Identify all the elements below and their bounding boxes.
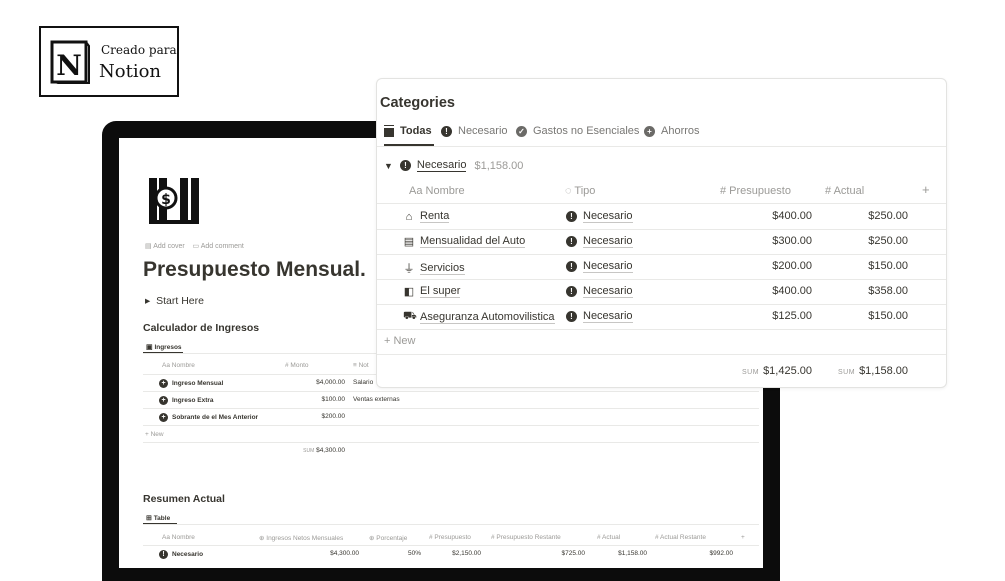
presupuesto-cell: $125.00 <box>772 310 812 322</box>
col-presupuesto[interactable]: # Presupuesto <box>720 185 791 197</box>
amount-cell: $200.00 <box>321 413 346 420</box>
tab-ahorros[interactable]: + Ahorros <box>644 125 700 137</box>
col-porcentaje: ⊕ Porcentaje <box>369 535 408 542</box>
tipo-cell: ! Necesario <box>566 285 633 298</box>
start-here-toggle[interactable]: ▸ Start Here <box>145 295 204 307</box>
restante-cell: $725.00 <box>561 550 586 557</box>
categories-panel: Categories Todas ! Necesario ✓ Gastos no E… <box>376 78 947 388</box>
tipo-cell: ! Necesario <box>566 310 633 323</box>
note-cell: Ventas externas <box>353 396 400 403</box>
actual-cell: $250.00 <box>868 210 908 222</box>
notion-logo-icon: N <box>50 40 90 84</box>
actual-cell: $150.00 <box>868 310 908 322</box>
note-cell: Salario <box>353 379 374 386</box>
actual-cell: $250.00 <box>868 235 908 247</box>
presupuesto-cell: $400.00 <box>772 285 812 297</box>
add-column-button[interactable]: + <box>741 534 745 541</box>
car-icon: ⛟ <box>403 310 417 322</box>
plus-circle-icon: + <box>644 125 655 137</box>
tipo-cell: ! Necesario <box>566 210 633 223</box>
amount-cell: $4,000.00 <box>316 379 345 386</box>
tab-todas[interactable]: Todas <box>384 125 432 137</box>
alert-circle-icon: ! <box>399 160 411 171</box>
alert-circle-icon: ! <box>566 261 577 272</box>
col-notas: ≡ Not <box>353 362 369 369</box>
alert-circle-icon: ! <box>566 236 577 247</box>
sum-actual: SUM $1,158.00 <box>838 365 908 377</box>
page-title: Presupuesto Mensual. <box>143 258 366 281</box>
tab-table[interactable]: ⊞ Table <box>146 514 170 522</box>
table-row[interactable]: ⛟ Aseguranza Automovilistica <box>403 310 555 324</box>
table-row[interactable]: + Ingreso Mensual <box>159 379 223 388</box>
actual-cell: $358.00 <box>868 285 908 297</box>
presupuesto-cell: $400.00 <box>772 210 812 222</box>
presupuesto-cell: $2,150.00 <box>452 550 481 557</box>
tab-necesario[interactable]: ! Necesario <box>441 125 508 137</box>
alert-circle-icon: ! <box>566 211 577 222</box>
alert-circle-icon: ! <box>566 311 577 322</box>
badge-big-text: Notion <box>99 61 162 82</box>
check-circle-icon: ✓ <box>516 125 527 137</box>
col-actual: # Actual <box>597 534 621 541</box>
group-necesario[interactable]: ▼ ! Necesario $1,158.00 <box>384 159 523 172</box>
table-row[interactable]: ! Necesario <box>159 550 203 559</box>
table-row[interactable]: ◧ El super <box>403 285 461 298</box>
tipo-icon: ◌ <box>565 185 572 197</box>
col-ingresos-netos: ⊕ Ingresos Netos Mensuales <box>259 535 344 542</box>
resumen-heading: Resumen Actual <box>143 493 225 505</box>
car-note-icon: ▤ <box>403 236 415 248</box>
presupuesto-cell: $300.00 <box>772 235 812 247</box>
svg-text:$: $ <box>161 192 171 208</box>
home-icon: ⌂ <box>405 210 413 223</box>
tab-gastos-no-esenciales[interactable]: ✓ Gastos no Esenciales <box>516 125 639 137</box>
table-row[interactable]: ⌂ Renta <box>403 210 450 223</box>
col-tipo[interactable]: ◌ Tipo <box>565 185 595 197</box>
tipo-cell: ! Necesario <box>566 260 633 273</box>
collapse-toggle-icon[interactable]: ▼ <box>384 161 393 171</box>
add-property-button[interactable]: + <box>922 182 930 197</box>
presupuesto-cell: $200.00 <box>772 260 812 272</box>
add-cover-button[interactable]: ▤ Add cover <box>145 243 185 250</box>
col-actual[interactable]: # Actual <box>825 185 864 197</box>
tipo-cell: ! Necesario <box>566 235 633 248</box>
creado-para-notion-badge: N Creado para Notion <box>39 26 179 97</box>
alert-circle-icon: ! <box>566 286 577 297</box>
col-monto: # Monto <box>285 362 309 369</box>
table-row[interactable]: ▤ Mensualidad del Auto <box>403 235 526 248</box>
porcentaje-cell: 50% <box>407 550 421 557</box>
page-meta: ▤ Add cover ▭ Add comment <box>145 242 244 250</box>
money-icon: $ <box>148 176 204 224</box>
new-row-button[interactable]: + New <box>384 335 416 347</box>
sum-presupuesto: SUM $1,425.00 <box>742 365 812 377</box>
table-icon <box>384 125 394 137</box>
categories-title: Categories <box>380 95 455 111</box>
col-presupuesto: # Presupuesto <box>429 534 471 541</box>
add-comment-button[interactable]: ▭ Add comment <box>193 243 244 250</box>
col-nombre: Aa Nombre <box>162 534 195 541</box>
actual-cell: $1,158.00 <box>618 550 647 557</box>
svg-text:N: N <box>56 49 82 82</box>
actual-cell: $150.00 <box>868 260 908 272</box>
plug-icon: ⏚ <box>403 263 415 275</box>
actual-restante-cell: $992.00 <box>709 550 734 557</box>
ingresos-heading: Calculador de Ingresos <box>143 322 260 334</box>
col-actual-restante: # Actual Restante <box>655 534 706 541</box>
ingresos-sum: SUM $4,300.00 <box>303 447 345 454</box>
table-row[interactable]: ⏚ Servicios <box>403 260 465 276</box>
new-row-button[interactable]: + New <box>145 431 164 438</box>
grocery-icon: ◧ <box>403 286 415 298</box>
col-nombre: Aa Nombre <box>162 362 195 369</box>
amount-cell: $100.00 <box>321 396 346 403</box>
ingresos-cell: $4,300.00 <box>330 550 359 557</box>
tab-ingresos[interactable]: ▣ Ingresos <box>146 343 182 351</box>
badge-small-text: Creado para <box>101 43 177 57</box>
col-nombre[interactable]: Aa Nombre <box>409 185 465 197</box>
col-presupuesto-restante: # Presupuesto Restante <box>491 534 561 541</box>
alert-circle-icon: ! <box>441 125 452 137</box>
table-row[interactable]: + Ingreso Extra <box>159 396 214 405</box>
table-row[interactable]: + Sobrante de el Mes Anterior <box>159 413 258 422</box>
